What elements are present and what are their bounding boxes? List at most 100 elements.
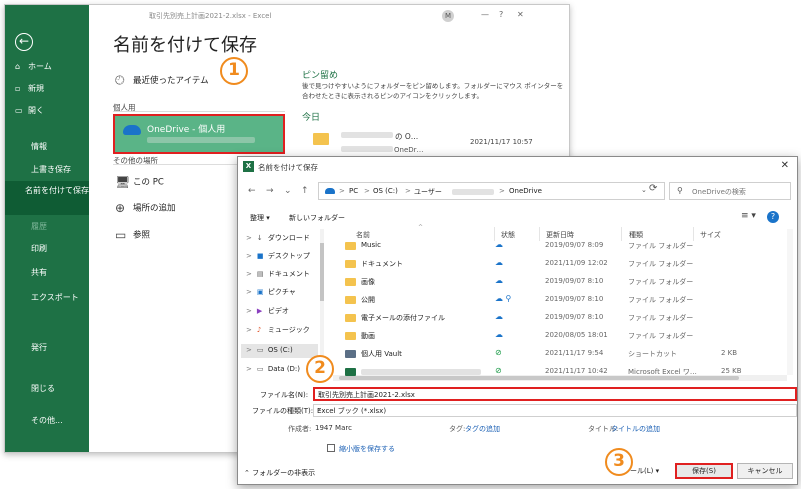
sort-arrow-icon: ^: [418, 224, 424, 231]
pinned-description: 後で見つけやすいようにフォルダーをピン留めします。フォルダーにマウス ポインター…: [302, 82, 564, 100]
redacted-text: [341, 132, 393, 138]
nav-publish[interactable]: 発行: [31, 342, 47, 353]
chevron-down-icon[interactable]: ⌄: [318, 390, 791, 397]
scroll-thumb[interactable]: [320, 243, 324, 301]
breadcrumb-pc[interactable]: PC: [349, 187, 358, 195]
sync-status-icon: ⊘: [495, 366, 502, 375]
sync-status-icon: ⊘: [495, 348, 502, 357]
authors-value[interactable]: 1947 Marc: [315, 424, 352, 432]
cancel-button[interactable]: キャンセル: [737, 463, 793, 479]
nav-home[interactable]: ⌂ ホーム: [15, 61, 52, 72]
document-icon: ▤: [256, 270, 264, 278]
search-input[interactable]: ⚲ OneDriveの検索: [669, 182, 791, 200]
new-folder-button[interactable]: 新しいフォルダー: [289, 213, 345, 223]
nav-info[interactable]: 情報: [31, 141, 47, 152]
save-thumbnail-checkbox[interactable]: 縮小版を保存する: [327, 444, 395, 454]
location-this-pc[interactable]: 🖥︎ この PC: [115, 175, 164, 189]
close-icon[interactable]: ✕: [781, 160, 789, 171]
recent-folder-name[interactable]: の O…: [395, 131, 418, 142]
download-icon: ↓: [256, 234, 263, 242]
help-icon[interactable]: ?: [767, 211, 779, 223]
file-date: 2019/09/07 8:09: [545, 241, 604, 249]
file-row[interactable]: ⊘ 2021/11/17 10:42 Microsoft Excel ワ… 25 KB: [333, 363, 791, 381]
cloud-icon: [123, 125, 141, 135]
hide-folders-toggle[interactable]: ⌃ フォルダーの非表示: [244, 468, 315, 478]
nav-open[interactable]: ▭ 開く: [15, 105, 44, 116]
recent-folder-date: 2021/11/17 10:57: [470, 138, 533, 146]
nav-new[interactable]: ▫ 新規: [15, 83, 44, 94]
nav-scrollbar[interactable]: [320, 229, 324, 372]
picture-icon: ▣: [256, 288, 264, 296]
file-row[interactable]: 電子メールの添付ファイル ☁ 2019/09/07 8:10 ファイル フォルダー: [333, 309, 791, 327]
avatar[interactable]: M: [442, 10, 454, 22]
file-date: 2019/09/07 8:10: [545, 277, 604, 285]
title-input[interactable]: タイトルの追加: [611, 424, 660, 434]
nav-item-documents[interactable]: > ▤ ドキュメント: [246, 269, 310, 279]
chevron-down-icon[interactable]: ⌄: [317, 405, 792, 412]
chevron-down-icon[interactable]: ⌄: [641, 186, 647, 194]
file-row[interactable]: ドキュメント ☁ 2021/11/09 12:02 ファイル フォルダー: [333, 255, 791, 273]
view-options-icon[interactable]: ≡ ▾: [741, 211, 756, 221]
nav-print[interactable]: 印刷: [31, 243, 47, 254]
help-icon[interactable]: ?: [499, 10, 503, 19]
file-name: [361, 369, 481, 375]
drive-icon: ▭: [256, 346, 264, 354]
clock-icon: 🕘︎: [115, 73, 125, 87]
onedrive-label: OneDrive - 個人用: [147, 125, 226, 135]
folder-open-icon: ▭: [15, 106, 23, 115]
music-icon: ♪: [256, 326, 262, 334]
file-row[interactable]: 画像 ☁ 2019/09/07 8:10 ファイル フォルダー: [333, 273, 791, 291]
refresh-icon[interactable]: ⟳: [649, 183, 657, 194]
checkbox-icon[interactable]: [327, 444, 335, 452]
nav-item-os-c[interactable]: > ▭ OS (C:): [246, 346, 293, 354]
breadcrumb-users[interactable]: ユーザー: [414, 187, 442, 197]
nav-save-as-selected[interactable]: 名前を付けて保存: [5, 181, 89, 215]
address-bar[interactable]: > PC > OS (C:) > ユーザー > OneDrive ⌄: [318, 182, 665, 200]
location-recent[interactable]: 🕘︎ 最近使ったアイテム: [115, 73, 209, 88]
nav-export[interactable]: エクスポート: [31, 292, 79, 303]
nav-item-videos[interactable]: > ▶ ビデオ: [246, 306, 289, 316]
back-arrow-icon[interactable]: ←: [15, 33, 33, 51]
step-marker-3: 3: [605, 448, 633, 476]
forward-arrow-icon[interactable]: →: [266, 186, 274, 196]
redacted-text: [341, 146, 393, 152]
file-row[interactable]: 個人用 Vault ⊘ 2021/11/17 9:54 ショートカット 2 KB: [333, 345, 791, 363]
close-icon[interactable]: ✕: [517, 10, 524, 19]
nav-overwrite-save[interactable]: 上書き保存: [31, 164, 71, 175]
chevron-down-icon[interactable]: ⌄: [284, 186, 292, 196]
file-row[interactable]: 公開 ☁ ⚲ 2019/09/07 8:10 ファイル フォルダー: [333, 291, 791, 309]
recent-folder-path: OneDr…: [394, 146, 424, 154]
nav-more[interactable]: その他...: [31, 415, 63, 426]
nav-item-desktop[interactable]: > ■ デスクトップ: [246, 251, 310, 261]
step-marker-2: 2: [306, 355, 334, 383]
tags-input[interactable]: タグの追加: [465, 424, 500, 434]
file-type-label: ファイルの種類(T):: [252, 407, 314, 415]
nav-close[interactable]: 閉じる: [31, 383, 55, 394]
folder-icon: [345, 242, 356, 250]
location-browse[interactable]: ▭ 参照: [115, 228, 150, 242]
nav-history[interactable]: 履歴: [31, 221, 47, 232]
minimize-icon[interactable]: —: [481, 10, 489, 19]
file-name-field[interactable]: 取引先別売上計画2021-2.xlsx ⌄: [313, 387, 797, 401]
nav-save-as-label: 名前を付けて保存: [25, 186, 89, 195]
authors-label: 作成者:: [288, 425, 312, 433]
location-add-place[interactable]: ⊕ 場所の追加: [115, 201, 176, 215]
nav-item-music[interactable]: > ♪ ミュージック: [246, 325, 310, 335]
new-file-icon: ▫: [15, 84, 21, 93]
location-onedrive-selected[interactable]: OneDrive - 個人用: [113, 114, 285, 154]
breadcrumb-os[interactable]: OS (C:): [373, 187, 398, 195]
organize-button[interactable]: 整理 ▾: [250, 213, 270, 223]
nav-item-pictures[interactable]: > ▣ ピクチャ: [246, 287, 296, 297]
up-arrow-icon[interactable]: ↑: [301, 186, 309, 196]
breadcrumb-onedrive[interactable]: OneDrive: [509, 187, 542, 195]
file-type-select[interactable]: Excel ブック (*.xlsx) ⌄: [313, 404, 797, 417]
file-name: Music: [361, 241, 381, 249]
screenshot-stage: ← ⌂ ホーム ▫ 新規 ▭ 開く 情報 上書き保存 名前を付けて保存 履歴 印刷 共…: [0, 0, 801, 489]
file-row[interactable]: Music ☁ 2019/09/07 8:09 ファイル フォルダー: [333, 237, 791, 255]
save-button[interactable]: 保存(S): [675, 463, 733, 479]
nav-item-data-d[interactable]: > ▭ Data (D:): [246, 365, 300, 373]
nav-item-downloads[interactable]: > ↓ ダウンロード: [246, 233, 310, 243]
nav-share[interactable]: 共有: [31, 267, 47, 278]
file-row[interactable]: 動画 ☁ 2020/08/05 18:01 ファイル フォルダー: [333, 327, 791, 345]
back-arrow-icon[interactable]: ←: [248, 186, 256, 196]
